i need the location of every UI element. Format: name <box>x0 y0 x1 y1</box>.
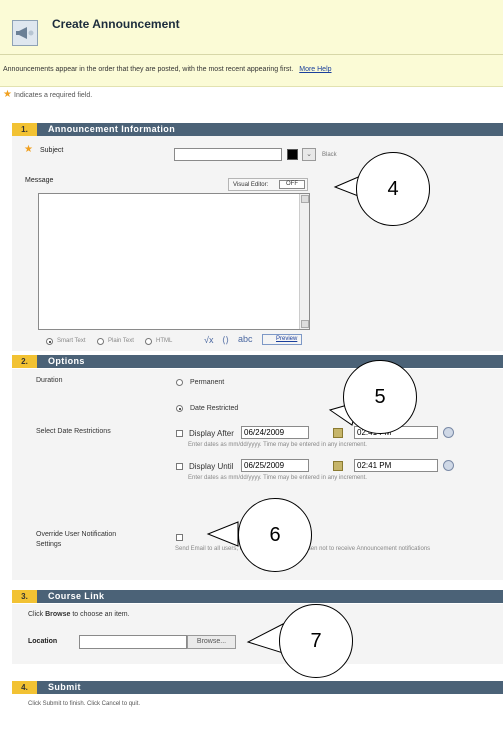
color-picker-button[interactable]: ⌄ <box>302 148 316 161</box>
announcement-page-icon <box>12 20 38 46</box>
page-header <box>0 0 503 87</box>
preview-button[interactable]: Preview <box>262 334 302 345</box>
section-1-header: 1. Announcement Information <box>12 123 503 136</box>
smart-text-label: Smart Text <box>57 338 86 344</box>
date-restricted-label: Date Restricted <box>190 405 239 412</box>
smart-text-radio[interactable] <box>46 338 53 345</box>
callout-6: 6 <box>238 498 312 572</box>
subject-required-icon: ★ <box>24 144 33 155</box>
html-label: HTML <box>156 338 173 344</box>
intro-text: Announcements appear in the order that t… <box>3 66 332 73</box>
plain-text-label: Plain Text <box>108 338 134 344</box>
scroll-up-icon[interactable] <box>301 195 309 203</box>
display-after-date-input[interactable] <box>241 426 309 439</box>
location-label: Location <box>28 638 58 645</box>
override-notification-label-2: Settings <box>36 541 62 548</box>
override-notification-checkbox[interactable] <box>176 534 183 541</box>
select-date-restrictions-label: Select Date Restrictions <box>36 428 111 435</box>
calendar-icon-2[interactable] <box>333 461 343 471</box>
display-until-hint: Enter dates as mm/dd/yyyy. Time may be e… <box>188 475 367 481</box>
visual-editor-state: OFF <box>279 180 305 189</box>
subject-label: Subject <box>40 147 64 154</box>
link-icon[interactable]: ⟨⟩ <box>222 335 229 346</box>
submit-instruction: Click Submit to finish. Click Cancel to … <box>28 701 141 707</box>
duration-label: Duration <box>36 377 63 384</box>
chevron-down-icon: ⌄ <box>306 151 312 158</box>
display-after-checkbox[interactable] <box>176 430 183 437</box>
clock-icon[interactable] <box>443 427 454 438</box>
display-after-hint: Enter dates as mm/dd/yyyy. Time may be e… <box>188 442 367 448</box>
section-4-header: 4. Submit <box>12 681 503 694</box>
required-star-icon: ★ <box>3 89 12 100</box>
preview-label: Preview <box>276 336 298 342</box>
more-help-link[interactable]: More Help <box>299 66 331 73</box>
message-scrollbar[interactable] <box>299 194 309 329</box>
display-until-time-input[interactable] <box>354 459 438 472</box>
html-radio[interactable] <box>145 338 152 345</box>
spellcheck-icon[interactable]: abc <box>238 334 253 344</box>
override-notification-label-1: Override User Notification <box>36 531 117 538</box>
visual-editor-toggle[interactable]: Visual Editor: OFF <box>228 178 308 191</box>
color-label: Black <box>322 152 337 158</box>
permanent-label: Permanent <box>190 379 225 386</box>
display-after-label: Display After <box>189 429 234 438</box>
visual-editor-label: Visual Editor: <box>233 182 269 188</box>
date-restricted-radio[interactable] <box>176 405 183 412</box>
calendar-icon[interactable] <box>333 428 343 438</box>
section-3-header: 3. Course Link <box>12 590 503 603</box>
page-title: Create Announcement <box>52 17 180 31</box>
message-label: Message <box>25 177 54 184</box>
callout-7: 7 <box>279 604 353 678</box>
math-editor-icon[interactable]: √x <box>204 335 213 345</box>
browse-button[interactable]: Browse... <box>187 635 236 649</box>
plain-text-radio[interactable] <box>97 338 104 345</box>
scroll-down-icon[interactable] <box>301 320 309 328</box>
color-swatch[interactable] <box>287 149 298 160</box>
callout-4: 4 <box>356 152 430 226</box>
location-input[interactable] <box>79 635 187 649</box>
course-link-instruction: Click Browse to choose an item. <box>28 611 130 618</box>
header-rule <box>0 54 503 55</box>
section-2-header: 2. Options <box>12 355 503 368</box>
subject-input[interactable] <box>174 148 282 161</box>
required-note: Indicates a required field. <box>14 92 93 99</box>
display-until-label: Display Until <box>189 462 234 471</box>
message-textarea[interactable] <box>38 193 310 330</box>
callout-5: 5 <box>343 360 417 434</box>
display-until-checkbox[interactable] <box>176 463 183 470</box>
permanent-radio[interactable] <box>176 379 183 386</box>
display-until-date-input[interactable] <box>241 459 309 472</box>
clock-icon-2[interactable] <box>443 460 454 471</box>
